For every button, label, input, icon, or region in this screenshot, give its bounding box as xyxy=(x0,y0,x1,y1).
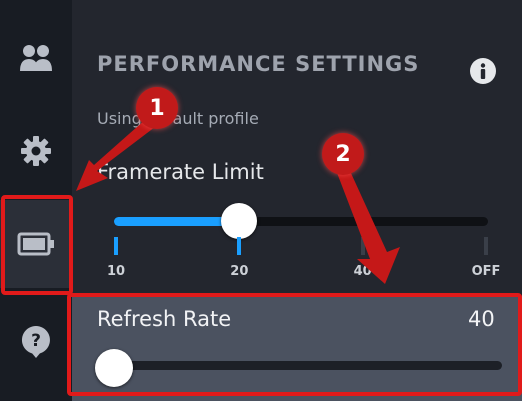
arrow-to-performance-tab xyxy=(76,119,155,191)
annotation-arrows xyxy=(76,119,400,284)
arrow-to-refresh-rate xyxy=(334,160,400,284)
step-badge-2: 2 xyxy=(322,133,364,175)
step-badge-1: 1 xyxy=(136,87,178,129)
